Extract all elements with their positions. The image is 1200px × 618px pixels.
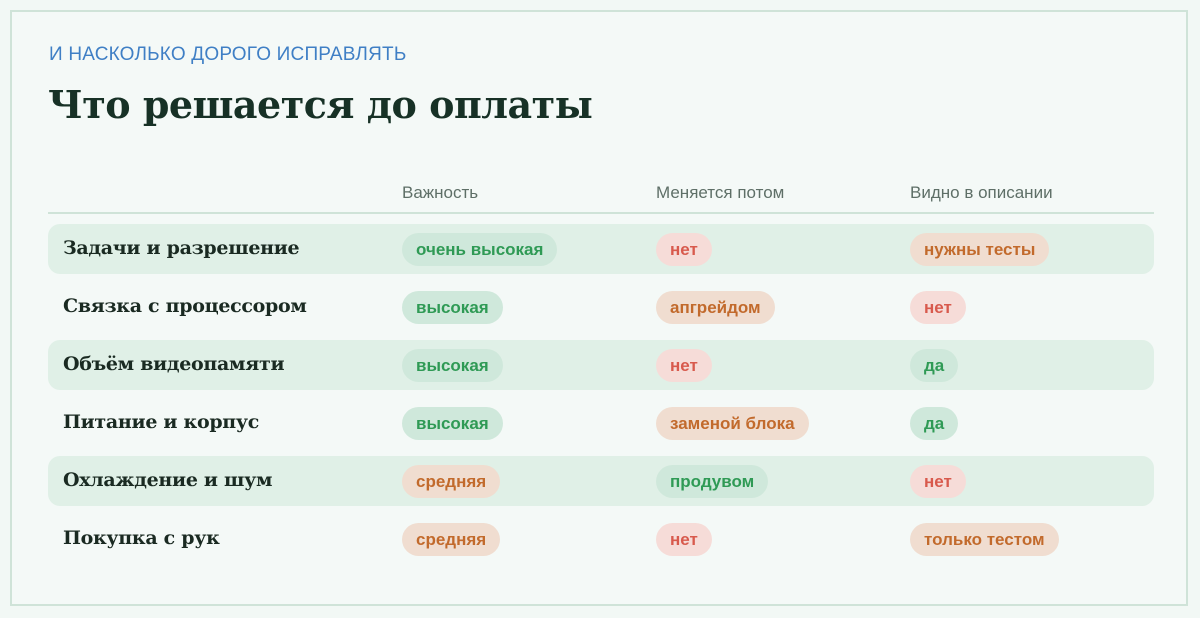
- in-description-badge: только тестом: [910, 523, 1059, 556]
- in-description-badge: да: [910, 349, 959, 382]
- table-row: Задачи и разрешение очень высокая нет ну…: [48, 224, 1154, 274]
- table-row: Питание и корпус высокая заменой блока д…: [48, 398, 1154, 448]
- changes-later-badge: нет: [656, 233, 712, 266]
- page-title: Что решается до оплаты: [48, 82, 593, 127]
- changes-later-badge: апгрейдом: [656, 291, 775, 324]
- row-label: Питание и корпус: [63, 411, 260, 433]
- column-header-changes-later: Меняется потом: [656, 183, 785, 202]
- table-row: Связка с процессором высокая апгрейдом н…: [48, 282, 1154, 332]
- importance-badge: средняя: [402, 465, 501, 498]
- in-description-badge: нужны тесты: [910, 233, 1050, 266]
- row-label: Покупка с рук: [63, 527, 220, 549]
- changes-later-badge: заменой блока: [656, 407, 809, 440]
- importance-badge: очень высокая: [402, 233, 558, 266]
- column-header-in-description: Видно в описании: [910, 183, 1053, 202]
- changes-later-badge: нет: [656, 349, 712, 382]
- in-description-badge: нет: [910, 465, 966, 498]
- row-label: Задачи и разрешение: [63, 237, 300, 259]
- row-label: Объём видеопамяти: [63, 353, 285, 375]
- column-header-importance: Важность: [402, 183, 479, 202]
- table-row: Охлаждение и шум средняя продувом нет: [48, 456, 1154, 506]
- importance-badge: высокая: [402, 291, 503, 324]
- table-row: Покупка с рук средняя нет только тестом: [48, 514, 1154, 564]
- importance-badge: высокая: [402, 349, 503, 382]
- changes-later-badge: нет: [656, 523, 712, 556]
- comparison-card: И НАСКОЛЬКО ДОРОГО ИСПРАВЛЯТЬ Что решает…: [10, 10, 1188, 606]
- header-divider: [48, 212, 1154, 214]
- importance-badge: высокая: [402, 407, 503, 440]
- in-description-badge: да: [910, 407, 959, 440]
- in-description-badge: нет: [910, 291, 966, 324]
- importance-badge: средняя: [402, 523, 501, 556]
- section-kicker: И НАСКОЛЬКО ДОРОГО ИСПРАВЛЯТЬ: [49, 44, 407, 65]
- row-label: Охлаждение и шум: [63, 469, 273, 491]
- changes-later-badge: продувом: [656, 465, 769, 498]
- row-label: Связка с процессором: [63, 295, 307, 317]
- table-row: Объём видеопамяти высокая нет да: [48, 340, 1154, 390]
